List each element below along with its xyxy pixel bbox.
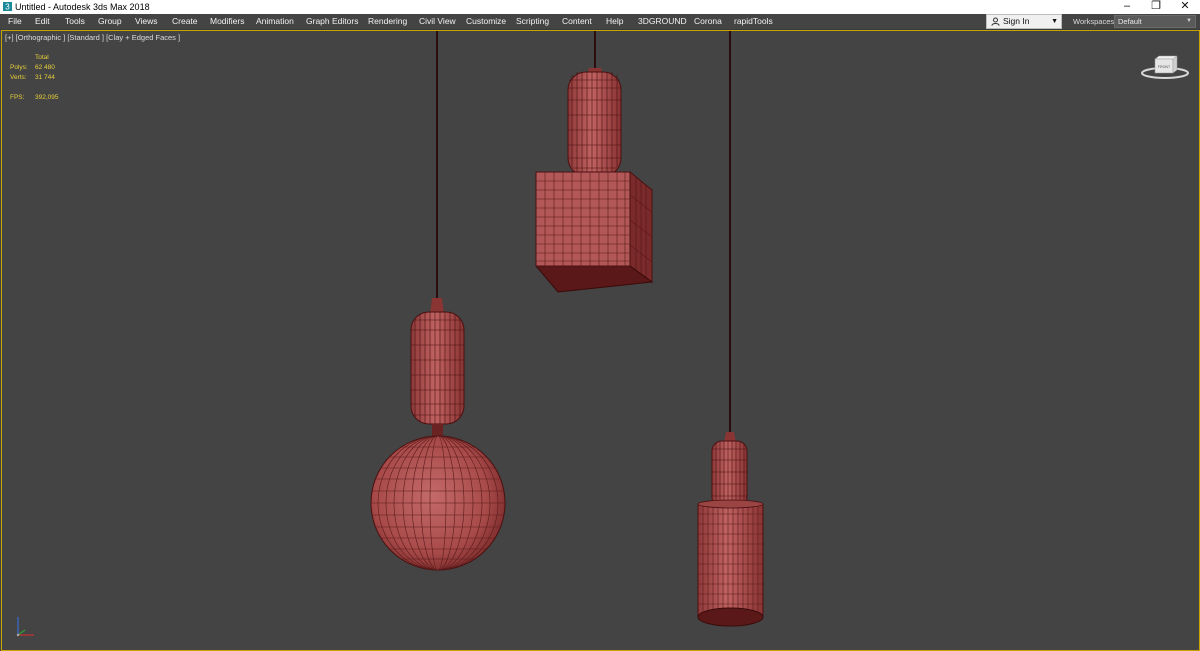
pendant-cube <box>534 68 654 293</box>
pendant-sphere <box>370 298 506 571</box>
chevron-down-icon: ▼ <box>1186 18 1192 24</box>
menu-tools[interactable]: Tools <box>65 15 85 28</box>
svg-text:3: 3 <box>5 3 10 12</box>
pendant-cylinder <box>697 432 764 627</box>
menu-rendering[interactable]: Rendering <box>368 15 407 28</box>
menu-civil-view[interactable]: Civil View <box>419 15 456 28</box>
menu-create[interactable]: Create <box>172 15 198 28</box>
chevron-down-icon: ▼ <box>1051 18 1058 25</box>
viewport-orthographic[interactable]: [+] [Orthographic ] [Standard ] [Clay + … <box>1 30 1200 651</box>
close-button[interactable]: ✕ <box>1172 0 1198 14</box>
window-title: Untitled - Autodesk 3ds Max 2018 <box>15 2 150 12</box>
sign-in-label: Sign In <box>1003 16 1030 26</box>
menu-scripting[interactable]: Scripting <box>516 15 549 28</box>
axis-tripod-icon <box>16 617 34 637</box>
scene-render <box>370 31 764 627</box>
menu-views[interactable]: Views <box>135 15 158 28</box>
menu-help[interactable]: Help <box>606 15 623 28</box>
menu-modifiers[interactable]: Modifiers <box>210 15 244 28</box>
menu-content[interactable]: Content <box>562 15 592 28</box>
menu-file[interactable]: File <box>8 15 22 28</box>
viewcube-icon[interactable]: FRONT <box>1140 51 1190 83</box>
sign-in-dropdown[interactable]: Sign In ▼ <box>986 14 1062 29</box>
menu-corona[interactable]: Corona <box>694 15 722 28</box>
workspaces-value: Default <box>1118 17 1142 26</box>
app-icon: 3 <box>3 2 12 11</box>
menu-animation[interactable]: Animation <box>256 15 294 28</box>
menu-graph-editors[interactable]: Graph Editors <box>306 15 358 28</box>
workspaces-select[interactable]: Default ▼ <box>1114 15 1196 28</box>
minimize-button[interactable]: – <box>1114 0 1140 14</box>
user-icon <box>991 17 1000 26</box>
viewcube-face-label: FRONT <box>1158 65 1171 69</box>
title-bar: 3 Untitled - Autodesk 3ds Max 2018 – ❐ ✕ <box>0 0 1200 14</box>
workspaces-label: Workspaces: <box>1073 17 1117 26</box>
restore-button[interactable]: ❐ <box>1143 0 1169 14</box>
menu-rapidtools[interactable]: rapidTools <box>734 15 773 28</box>
menu-group[interactable]: Group <box>98 15 122 28</box>
menu-edit[interactable]: Edit <box>35 15 50 28</box>
menu-customize[interactable]: Customize <box>466 15 506 28</box>
menu-3dground[interactable]: 3DGROUND <box>638 15 687 28</box>
